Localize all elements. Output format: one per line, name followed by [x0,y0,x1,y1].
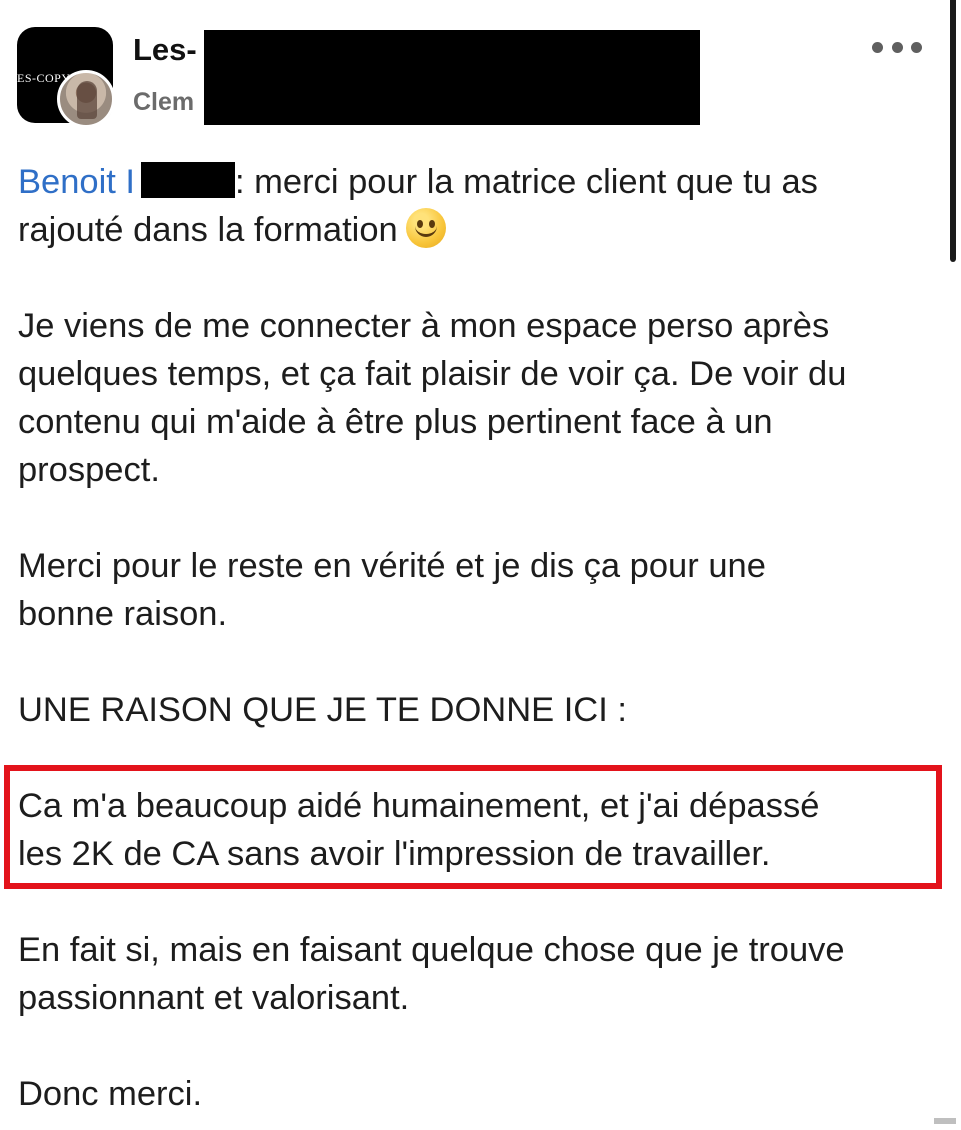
post-text: En fait si, mais en faisant quelque chos… [18,931,845,969]
post-paragraph-2: Je viens de me connecter à mon espace pe… [18,302,938,494]
user-avatar-photo [77,81,97,119]
post-paragraph-1: Benoit I : merci pour la matrice client q… [18,158,938,254]
post-text: UNE RAISON QUE JE TE DONNE ICI : [18,691,627,729]
group-name[interactable]: Les- [133,32,197,68]
redaction-block [141,162,235,198]
post-paragraph-3: Merci pour le reste en vérité et je dis … [18,542,938,638]
post-text: bonne raison. [18,595,228,633]
slightly-smiling-face-icon [405,208,446,248]
post-paragraph-4: UNE RAISON QUE JE TE DONNE ICI : [18,686,938,734]
post-text: contenu qui m'aide à être plus pertinent… [18,403,773,441]
post-text: quelques temps, et ça fait plaisir de vo… [18,355,847,393]
mention-link[interactable]: Benoit I [18,163,135,201]
post-text: Je viens de me connecter à mon espace pe… [18,307,830,345]
more-dot [891,41,903,53]
post-text: Merci pour le reste en vérité et je dis … [18,547,766,585]
more-dot [872,41,883,53]
more-horizontal-icon[interactable] [872,38,922,56]
post-text: passionnant et valorisant. [18,979,410,1017]
post-text: rajouté dans la formation [18,211,398,249]
scroll-indicator [934,1118,956,1124]
post-text: prospect. [18,451,160,489]
post-paragraph-7: Donc merci. [18,1070,938,1118]
scrollbar[interactable] [950,0,956,262]
member-name[interactable]: Clem [133,88,194,117]
post-text: : merci pour la matrice client que tu as [235,163,818,201]
post-paragraph-6: En fait si, mais en faisant quelque chos… [18,926,938,1022]
user-avatar[interactable] [57,70,115,128]
post-header: ES-COPY Les- Clem [0,0,961,140]
post-body: Benoit I : merci pour la matrice client q… [18,158,938,1118]
highlight-annotation-box [4,765,942,889]
post-text: Donc merci. [18,1075,203,1113]
more-dot [911,41,922,53]
redaction-block [204,30,700,125]
